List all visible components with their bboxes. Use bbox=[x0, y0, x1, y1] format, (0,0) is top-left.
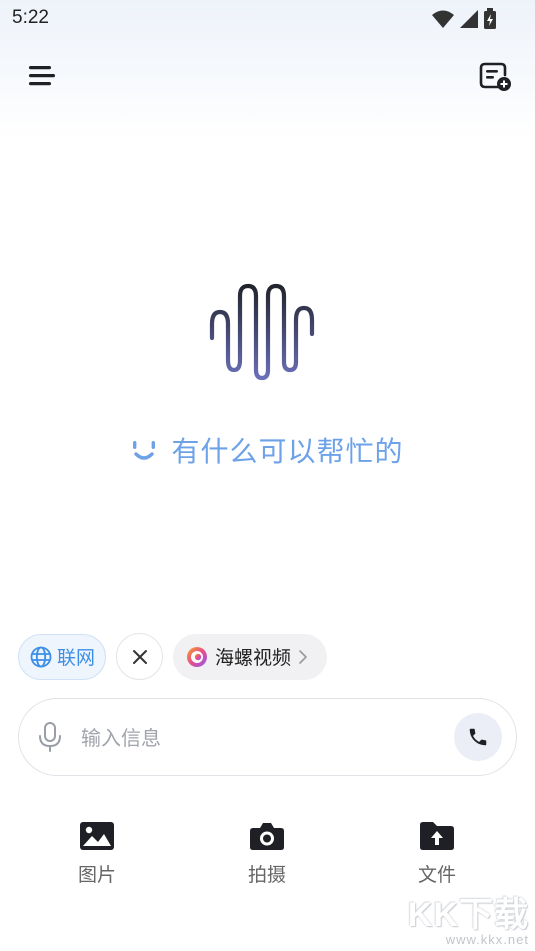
web-search-chip[interactable]: 联网 bbox=[18, 633, 106, 680]
chevron-right-icon bbox=[299, 649, 307, 664]
web-search-label: 联网 bbox=[57, 647, 96, 669]
camera-tool-label: 拍摄 bbox=[247, 864, 286, 886]
battery-icon bbox=[484, 8, 496, 29]
greeting-text: 有什么可以帮忙的 bbox=[171, 435, 404, 468]
status-time: 5:22 bbox=[12, 7, 49, 28]
watermark: KK下载 www.kkx.net bbox=[408, 887, 529, 947]
voice-input-button[interactable] bbox=[37, 721, 63, 757]
menu-icon bbox=[29, 66, 55, 86]
hailuo-video-label: 海螺视频 bbox=[215, 647, 292, 669]
menu-button[interactable] bbox=[22, 56, 62, 96]
file-tool-button[interactable]: 文件 bbox=[392, 820, 482, 887]
hailuo-video-chip[interactable]: 海螺视频 bbox=[173, 633, 327, 680]
status-icons bbox=[431, 8, 497, 30]
image-tool-label: 图片 bbox=[77, 864, 116, 886]
globe-icon bbox=[30, 646, 52, 667]
file-tool-label: 文件 bbox=[417, 864, 456, 886]
new-chat-button[interactable] bbox=[475, 56, 515, 96]
chip-row: 联网 海螺视频 bbox=[18, 633, 327, 680]
voice-call-button[interactable] bbox=[454, 713, 502, 761]
watermark-brand: KK下载 bbox=[407, 896, 529, 934]
phone-icon bbox=[469, 728, 487, 746]
new-chat-icon bbox=[479, 62, 511, 91]
file-upload-icon bbox=[420, 822, 454, 850]
image-icon bbox=[80, 822, 114, 850]
message-input[interactable] bbox=[79, 719, 443, 757]
hailuo-video-icon bbox=[187, 646, 207, 667]
greeting: 有什么可以帮忙的 bbox=[0, 430, 535, 470]
close-icon bbox=[132, 649, 147, 664]
signal-icon bbox=[460, 10, 478, 28]
status-bar: 5:22 bbox=[0, 0, 535, 36]
camera-tool-button[interactable]: 拍摄 bbox=[222, 820, 312, 887]
image-tool-button[interactable]: 图片 bbox=[52, 820, 142, 887]
camera-icon bbox=[250, 823, 284, 850]
message-input-box bbox=[18, 698, 517, 776]
smile-icon bbox=[133, 441, 156, 460]
microphone-icon bbox=[39, 722, 61, 752]
close-chip-button[interactable] bbox=[116, 633, 163, 680]
hailuo-logo bbox=[209, 283, 315, 381]
wifi-icon bbox=[432, 10, 454, 28]
